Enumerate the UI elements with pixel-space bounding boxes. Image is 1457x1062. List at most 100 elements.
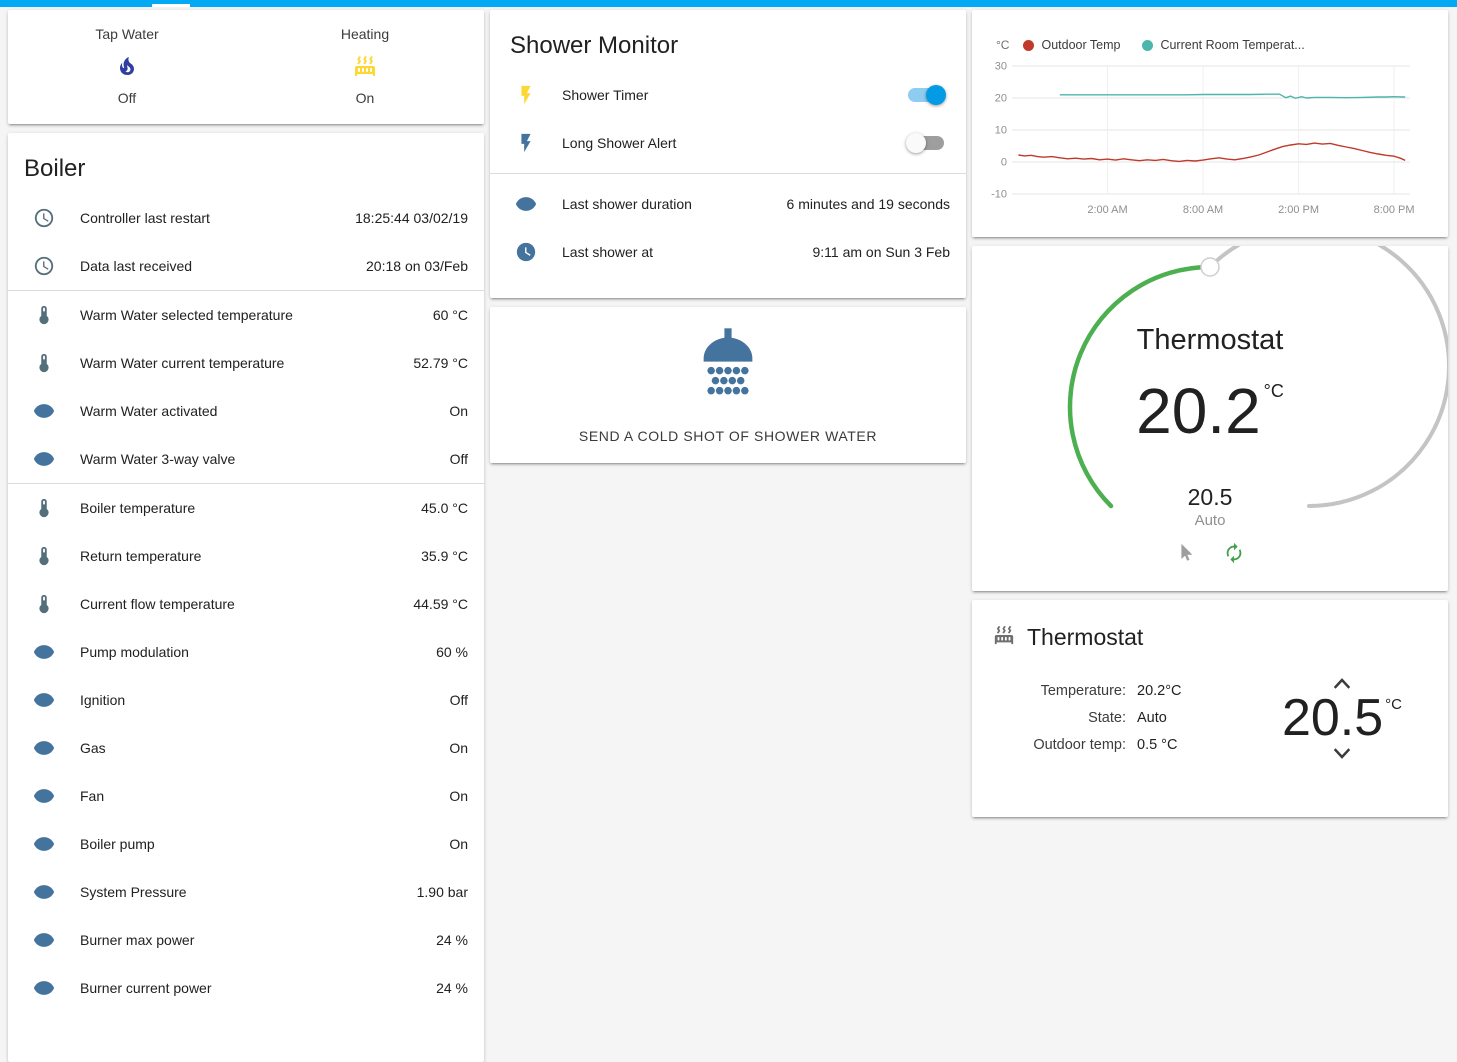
attribute-row-state: State:Auto [1030,705,1182,732]
thermostat-info-header: Thermostat [972,600,1448,651]
long-shower-alert-switch[interactable] [906,133,946,153]
eye-icon [33,785,55,807]
entity-row-last-shower-duration[interactable]: Last shower duration6 minutes and 19 sec… [490,180,966,228]
divider [490,173,966,180]
eye-icon [33,833,55,855]
entity-row-pump-modulation[interactable]: Pump modulation60 % [8,628,484,676]
clock-icon [33,255,55,277]
entity-row-controller-last-restart[interactable]: Controller last restart18:25:44 03/02/19 [8,194,484,242]
dashboard: Tap WaterOffHeatingOn Boiler Controller … [0,7,1457,1062]
right-column: °C Outdoor TempCurrent Room Temperat... … [972,10,1448,1062]
entity-value: On [449,403,468,419]
entity-row-warm-water-selected-temperature[interactable]: Warm Water selected temperature 60 °C [8,291,484,339]
entity-value: 35.9 °C [421,548,468,564]
entity-label: Warm Water selected temperature [80,307,293,323]
entity-row-warm-water-3-way-valve[interactable]: Warm Water 3-way valveOff [8,435,484,483]
entity-row-fan[interactable]: FanOn [8,772,484,820]
shower-monitor-title: Shower Monitor [490,10,966,71]
entity-label: Last shower duration [562,196,692,212]
entity-value: 60 °C [433,307,468,323]
flash-icon [515,84,537,106]
attribute-value: 20.2°C [1137,678,1182,705]
entity-label: Controller last restart [80,210,210,226]
entity-label: Data last received [80,258,192,274]
target-temperature-value: 20.5 [1282,689,1383,747]
clock-icon [33,207,55,229]
entity-label: Pump modulation [80,644,189,660]
eye-icon [33,689,55,711]
svg-text:2:00 AM: 2:00 AM [1087,204,1127,216]
boiler-card: Boiler Controller last restart18:25:44 0… [8,133,484,1062]
eye-icon [33,929,55,951]
flash-icon [515,132,537,154]
temperature-history-chart: 3020100-102:00 AM8:00 AM2:00 PM8:00 PM [988,56,1432,222]
svg-text:2:00 PM: 2:00 PM [1278,204,1319,216]
entity-label: Shower Timer [562,87,648,103]
entity-label: Long Shower Alert [562,135,676,151]
attribute-value: Auto [1137,705,1167,732]
target-temperature-display: 20.5°C [1282,691,1402,746]
svg-text:8:00 PM: 8:00 PM [1374,204,1415,216]
svg-text:0: 0 [1001,157,1007,169]
entity-row-burner-max-power[interactable]: Burner max power24 % [8,916,484,964]
attribute-row-outdoor-temp: Outdoor temp:0.5 °C [1030,732,1182,759]
entity-row-gas[interactable]: GasOn [8,724,484,772]
entity-label: Last shower at [562,244,653,260]
eye-icon [33,448,55,470]
middle-column: Shower Monitor Shower Timer Long Shower A… [490,10,966,1062]
left-column: Tap WaterOffHeatingOn Boiler Controller … [8,10,484,1062]
shower-head-icon [685,319,771,405]
decrease-temperature-button[interactable] [1327,746,1357,764]
entity-label: System Pressure [80,884,187,900]
boiler-row-group: Boiler temperature45.0 °CReturn temperat… [8,483,484,1012]
entity-row-data-last-received[interactable]: Data last received 20:18 on 03/Feb [8,242,484,290]
attribute-label: Temperature: [1030,678,1126,705]
entity-row-warm-water-current-temperature[interactable]: Warm Water current temperature52.79 °C [8,339,484,387]
attribute-value: 0.5 °C [1137,732,1177,759]
app-header [0,0,1457,7]
toggle-row-long-shower-alert: Long Shower Alert [490,119,966,167]
glance-item-heating[interactable]: HeatingOn [246,26,484,106]
entity-row-last-shower-at[interactable]: Last shower at9:11 am on Sun 3 Feb [490,228,966,276]
temperature-history-card: °C Outdoor TempCurrent Room Temperat... … [972,10,1448,237]
legend-item-current-room-temperat: Current Room Temperat... [1142,38,1304,52]
dial-knob[interactable] [1201,258,1219,276]
entity-value: 52.79 °C [413,355,468,371]
entity-row-current-flow-temperature[interactable]: Current flow temperature44.59 °C [8,580,484,628]
entity-label: Warm Water activated [80,403,217,419]
entity-row-burner-current-power[interactable]: Burner current power24 % [8,964,484,1012]
cursor-pointer-icon[interactable] [1175,542,1197,564]
entity-row-boiler-pump[interactable]: Boiler pumpOn [8,820,484,868]
shower-action-card: SEND A COLD SHOT OF SHOWER WATER [490,307,966,463]
glance-entity-state: Off [118,90,136,106]
entity-value: Off [450,692,468,708]
glance-item-tap-water[interactable]: Tap WaterOff [8,26,246,106]
entity-value: 24 % [436,932,468,948]
target-temperature: 20.5 [972,484,1448,511]
glance-entity-state: On [356,90,375,106]
entity-label: Boiler pump [80,836,155,852]
boiler-row-group: Warm Water selected temperature60 °CWarm… [8,290,484,483]
radiator-icon [993,624,1015,646]
legend-item-outdoor-temp: Outdoor Temp [1023,38,1120,52]
entity-row-boiler-temperature[interactable]: Boiler temperature45.0 °C [8,484,484,532]
entity-value: 20:18 on 03/Feb [366,258,468,274]
svg-text:8:00 AM: 8:00 AM [1183,204,1223,216]
entity-row-warm-water-activated[interactable]: Warm Water activated On [8,387,484,435]
entity-row-return-temperature[interactable]: Return temperature35.9 °C [8,532,484,580]
eye-icon [33,977,55,999]
entity-row-system-pressure[interactable]: System Pressure1.90 bar [8,868,484,916]
cold-shot-button[interactable]: SEND A COLD SHOT OF SHOWER WATER [569,422,887,450]
glance-card: Tap WaterOffHeatingOn [8,10,484,124]
attribute-row-temperature: Temperature: 20.2°C [1030,678,1182,705]
entity-label: Gas [80,740,106,756]
active-tab-indicator [152,4,190,7]
shower-timer-switch[interactable] [906,85,946,105]
thermometer-icon [33,304,55,326]
entity-row-ignition[interactable]: IgnitionOff [8,676,484,724]
entity-label: Burner current power [80,980,212,996]
autorenew-icon[interactable] [1223,542,1245,564]
svg-text:-10: -10 [991,189,1007,201]
entity-value: 44.59 °C [413,596,468,612]
thermostat-gauge-card: Thermostat 20.2°C 20.5 Auto [972,246,1448,591]
